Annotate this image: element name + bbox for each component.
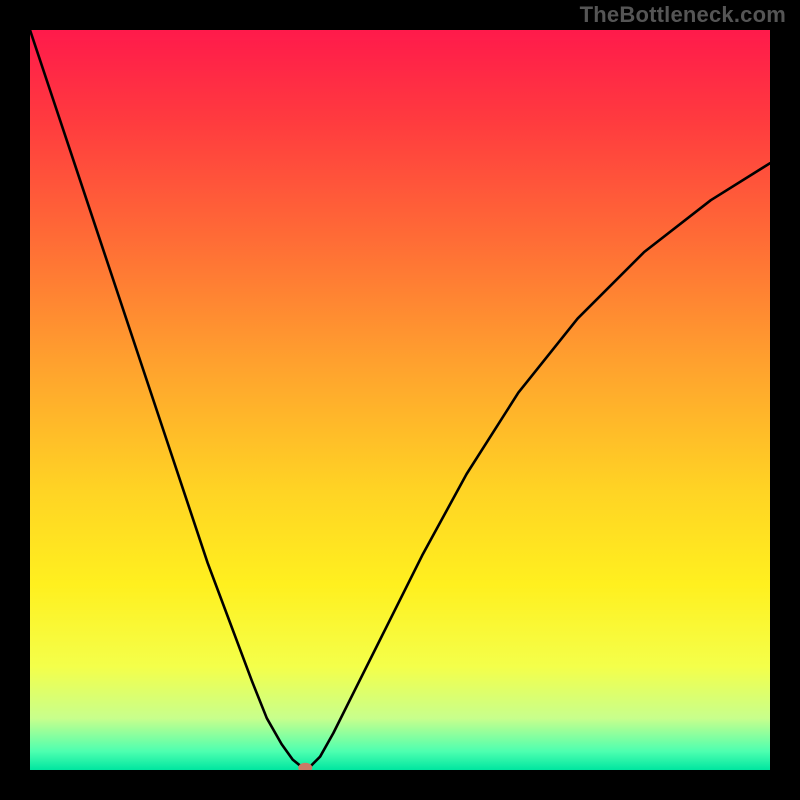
plot-background [30,30,770,770]
plot-area [30,30,770,770]
watermark-text: TheBottleneck.com [580,2,786,28]
plot-frame [30,30,770,770]
figure-root: TheBottleneck.com [0,0,800,800]
